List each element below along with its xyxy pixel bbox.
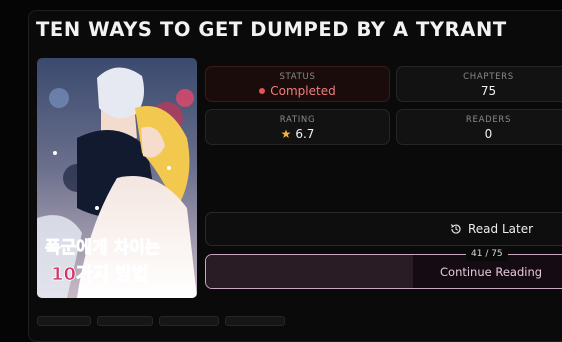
cover-image[interactable]: 폭군에게 차이는 10가지 방법: [37, 58, 197, 298]
history-clock-icon: [450, 224, 461, 234]
read-later-button[interactable]: Read Later: [205, 212, 562, 246]
reading-progress-text: 41 / 75: [466, 247, 508, 261]
tab-placeholder[interactable]: [225, 316, 285, 326]
rating-card: RATING ★ 6.7: [205, 109, 390, 145]
page-title: TEN WAYS TO GET DUMPED BY A TYRANT: [36, 18, 507, 41]
dot-icon: [259, 88, 266, 94]
readers-value: 0: [484, 127, 493, 141]
cover-title-line2: 10가지 방법: [51, 264, 149, 285]
read-later-label: Read Later: [468, 222, 534, 236]
continue-reading-button[interactable]: Continue Reading: [205, 254, 562, 289]
tab-placeholder[interactable]: [97, 316, 153, 326]
status-label: STATUS: [279, 72, 316, 82]
continue-reading-label: Continue Reading: [440, 265, 543, 279]
readers-card: READERS 0: [396, 109, 562, 145]
chapters-card: CHAPTERS 75: [396, 66, 562, 102]
readers-label: READERS: [465, 115, 512, 125]
status-card: STATUS Completed: [205, 66, 390, 102]
tab-placeholder[interactable]: [159, 316, 219, 326]
chapters-value: 75: [480, 84, 497, 98]
status-value: Completed: [270, 84, 336, 98]
tab-placeholder[interactable]: [37, 316, 91, 326]
cover-title-line1: 폭군에게 차이는: [45, 238, 161, 258]
chapters-label: CHAPTERS: [463, 72, 514, 82]
rating-value: 6.7: [295, 127, 315, 141]
star-icon: ★: [280, 127, 292, 141]
rating-label: RATING: [279, 115, 316, 125]
reading-progress-fill: [206, 255, 413, 288]
